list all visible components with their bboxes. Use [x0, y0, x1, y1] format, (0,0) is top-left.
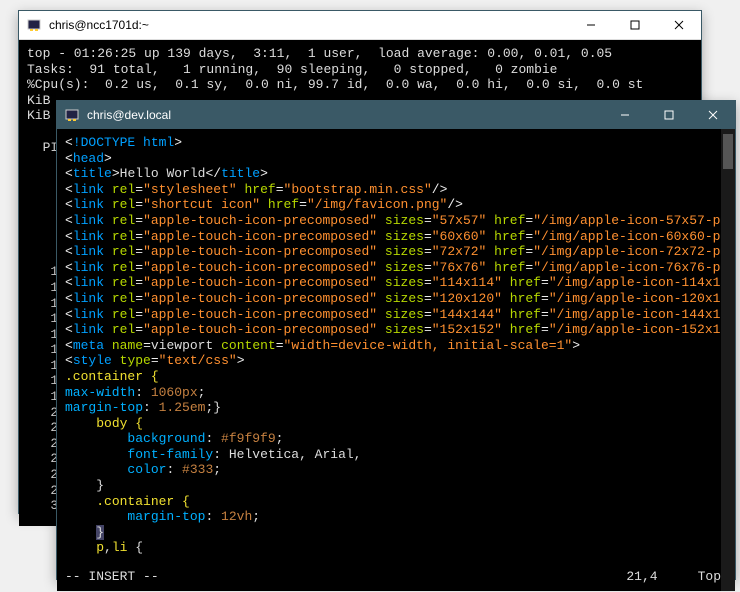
title-back: chris@ncc1701d:~ — [49, 18, 569, 32]
title-front: chris@dev.local — [87, 108, 603, 122]
titlebar-back[interactable]: chris@ncc1701d:~ — [19, 11, 701, 40]
putty-icon — [65, 107, 81, 123]
minimize-button[interactable] — [569, 11, 613, 39]
maximize-button[interactable] — [647, 101, 691, 129]
scrollbar[interactable] — [721, 129, 735, 591]
vim-cursor-pos: 21,4 — [626, 569, 657, 585]
maximize-button[interactable] — [613, 11, 657, 39]
editor-content[interactable]: <!DOCTYPE html><head><title>Hello World<… — [57, 129, 721, 591]
vim-scroll-pos: Top — [698, 569, 721, 585]
window-controls — [603, 101, 735, 129]
putty-icon — [27, 17, 43, 33]
editor-area[interactable]: <!DOCTYPE html><head><title>Hello World<… — [57, 129, 735, 591]
minimize-button[interactable] — [603, 101, 647, 129]
close-button[interactable] — [657, 11, 701, 39]
titlebar-front[interactable]: chris@dev.local — [57, 101, 735, 129]
vim-statusline: -- INSERT -- 21,4 Top — [65, 569, 721, 585]
terminal-window-front: chris@dev.local <!DOCTYPE html><head><ti… — [56, 100, 736, 580]
window-controls — [569, 11, 701, 39]
close-button[interactable] — [691, 101, 735, 129]
vim-mode: -- INSERT -- — [65, 569, 626, 585]
